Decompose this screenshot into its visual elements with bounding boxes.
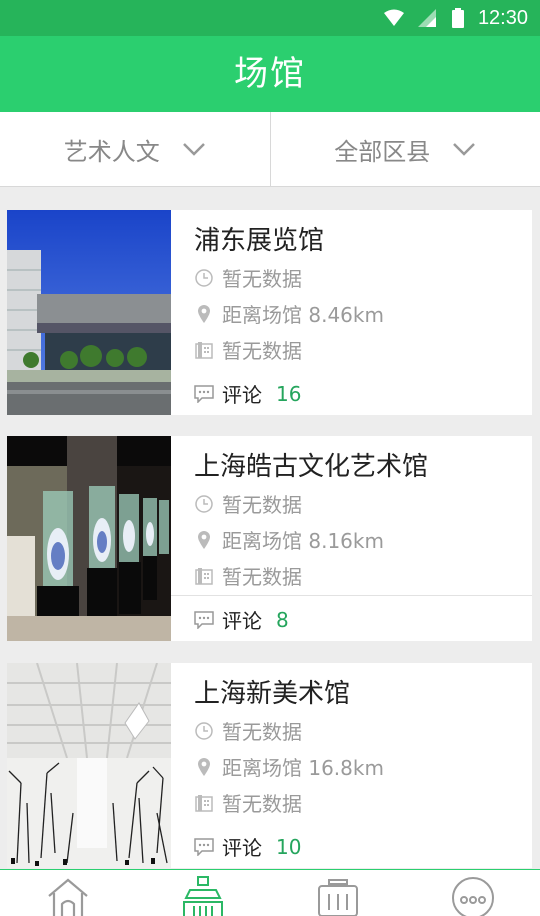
comment-count: 10 xyxy=(276,835,301,859)
comment-icon xyxy=(194,837,214,857)
comment-label: 评论 xyxy=(222,605,262,634)
district-filter-label: 全部区县 xyxy=(334,132,430,167)
comment-label: 评论 xyxy=(222,379,262,408)
venue-distance: 距离场馆 8.46km xyxy=(222,299,384,328)
venue-hours-row: 暂无数据 xyxy=(194,489,302,518)
venue-distance-row: 距离场馆 16.8km xyxy=(194,752,384,781)
clock-icon xyxy=(194,721,214,741)
venue-hours: 暂无数据 xyxy=(222,263,302,292)
district-filter-dropdown[interactable]: 全部区县 xyxy=(270,112,540,186)
chevron-down-icon xyxy=(452,142,476,156)
venue-name: 上海皓古文化艺术馆 xyxy=(194,446,428,483)
tab-venues[interactable] xyxy=(135,870,270,916)
venue-phone: 暂无数据 xyxy=(222,561,302,590)
location-pin-icon xyxy=(194,304,214,324)
clock-icon xyxy=(194,268,214,288)
venue-phone: 暂无数据 xyxy=(222,335,302,364)
location-pin-icon xyxy=(194,530,214,550)
bottom-tab-bar xyxy=(0,869,540,916)
venue-card[interactable]: 上海新美术馆 暂无数据 距离场馆 16.8km 暂无数据 评论 10 xyxy=(7,663,532,868)
battery-icon xyxy=(452,8,464,28)
comment-count: 16 xyxy=(276,382,301,406)
more-icon xyxy=(450,876,496,916)
phone-icon xyxy=(194,793,214,813)
venue-hours: 暂无数据 xyxy=(222,716,302,745)
clock-icon xyxy=(194,494,214,514)
comment-label: 评论 xyxy=(222,832,262,861)
venue-phone: 暂无数据 xyxy=(222,788,302,817)
filter-bar: 艺术人文 全部区县 xyxy=(0,112,540,187)
venue-phone-row: 暂无数据 xyxy=(194,788,302,817)
venue-photo xyxy=(7,663,171,868)
venue-name: 浦东展览馆 xyxy=(194,220,324,257)
tab-home[interactable] xyxy=(0,870,135,916)
comment-count: 8 xyxy=(276,608,289,632)
chevron-down-icon xyxy=(182,142,206,156)
venue-phone-row: 暂无数据 xyxy=(194,561,302,590)
venue-distance: 距离场馆 16.8km xyxy=(222,752,384,781)
tab-activities[interactable] xyxy=(270,870,405,916)
venue-info: 浦东展览馆 暂无数据 距离场馆 8.46km 暂无数据 评论 16 xyxy=(171,210,532,415)
comment-row[interactable]: 评论 8 xyxy=(194,605,289,634)
card-divider xyxy=(171,595,532,596)
venue-phone-row: 暂无数据 xyxy=(194,335,302,364)
status-time: 12:30 xyxy=(478,7,528,30)
venue-photo xyxy=(7,210,171,415)
comment-row[interactable]: 评论 10 xyxy=(194,832,301,861)
venue-name: 上海新美术馆 xyxy=(194,673,350,710)
status-bar: 12:30 xyxy=(0,0,540,36)
venue-hours-row: 暂无数据 xyxy=(194,716,302,745)
venue-info: 上海新美术馆 暂无数据 距离场馆 16.8km 暂无数据 评论 10 xyxy=(171,663,532,868)
venue-distance: 距离场馆 8.16km xyxy=(222,525,384,554)
location-pin-icon xyxy=(194,757,214,777)
venue-card[interactable]: 上海皓古文化艺术馆 暂无数据 距离场馆 8.16km 暂无数据 评论 8 xyxy=(7,436,532,641)
comment-row[interactable]: 评论 16 xyxy=(194,379,301,408)
comment-icon xyxy=(194,384,214,404)
venue-distance-row: 距离场馆 8.46km xyxy=(194,299,384,328)
signal-icon xyxy=(418,9,438,27)
activity-icon xyxy=(315,876,361,916)
page-title: 场馆 xyxy=(0,36,540,112)
wifi-icon xyxy=(384,9,404,27)
phone-icon xyxy=(194,566,214,586)
venue-building-icon xyxy=(180,876,226,916)
tab-more[interactable] xyxy=(405,870,540,916)
venue-card[interactable]: 浦东展览馆 暂无数据 距离场馆 8.46km 暂无数据 评论 16 xyxy=(7,210,532,415)
phone-icon xyxy=(194,340,214,360)
venue-distance-row: 距离场馆 8.16km xyxy=(194,525,384,554)
venue-hours: 暂无数据 xyxy=(222,489,302,518)
venue-info: 上海皓古文化艺术馆 暂无数据 距离场馆 8.16km 暂无数据 评论 8 xyxy=(171,436,532,641)
category-filter-dropdown[interactable]: 艺术人文 xyxy=(0,112,270,186)
category-filter-label: 艺术人文 xyxy=(64,132,160,167)
home-icon xyxy=(45,876,91,916)
venue-hours-row: 暂无数据 xyxy=(194,263,302,292)
comment-icon xyxy=(194,610,214,630)
venue-photo xyxy=(7,436,171,641)
